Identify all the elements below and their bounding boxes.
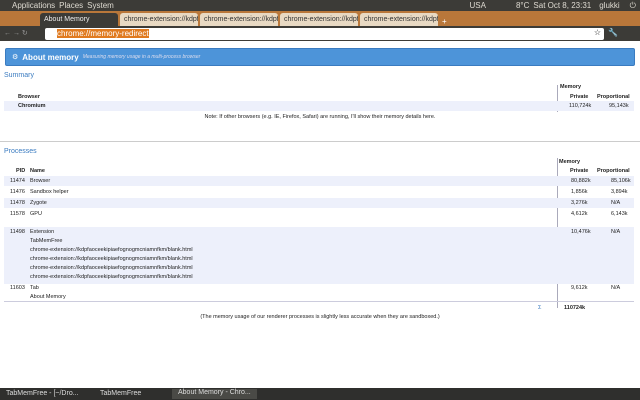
taskbar-item-active[interactable]: About Memory - Chro... — [172, 389, 257, 399]
table-row-tab: 11603 Tab 9,612k N/A About Memory — [4, 284, 634, 302]
tab-extension[interactable]: chrome-extension://kdpf — [120, 13, 198, 26]
power-icon[interactable]: ⏻ — [630, 1, 636, 11]
process-name: Browser — [30, 178, 51, 184]
taskbar-item[interactable]: TabMemFree — [100, 390, 141, 397]
tab-about-memory[interactable]: About Memory — [40, 13, 118, 26]
proportional-value: N/A — [611, 229, 621, 235]
pid: 11578 — [10, 211, 25, 217]
url-text[interactable]: chrome://memory-redirect — [57, 29, 149, 38]
processes-heading: Processes — [4, 148, 37, 155]
private-header: Private — [570, 94, 589, 100]
clock[interactable]: Sat Oct 8, 23:31 — [533, 1, 591, 10]
table-row-extension: 11498 Extension 10,476k N/A TabMemFree c… — [4, 227, 634, 284]
table-row: 11478 Zygote 3,276k N/A — [4, 198, 634, 208]
private-value: 9,612k — [571, 285, 588, 291]
taskbar: TabMemFree - [~/Dro... TabMemFree About … — [0, 388, 640, 400]
pid: 11474 — [10, 178, 25, 184]
private: 4,612k — [571, 211, 588, 217]
proportional-header: Proportional — [597, 168, 630, 174]
memory-header: Memory — [560, 84, 582, 90]
private: 1,856k — [571, 189, 588, 195]
detail: TabMemFree — [30, 238, 63, 244]
pid: 11476 — [10, 189, 25, 195]
menu-applications[interactable]: Applications — [12, 1, 55, 10]
process-name: Zygote — [30, 200, 47, 206]
page-banner: ⚙ About memory Measuring memory usage in a… — [5, 48, 635, 66]
private: 80,882k — [571, 178, 591, 184]
detail: chrome-extension://kdpfaoceekipiaefognog… — [30, 265, 193, 271]
process-name: Sandbox helper — [30, 189, 69, 195]
detail: chrome-extension://kdpfaoceekipiaefognog… — [30, 256, 193, 262]
omnibox[interactable]: chrome://memory-redirect ☆ — [45, 28, 604, 40]
summary-heading: Summary — [4, 72, 34, 79]
tab-extension[interactable]: chrome-extension://kdpf — [280, 13, 358, 26]
processes-note: (The memory usage of our renderer proces… — [200, 314, 440, 320]
detail: About Memory — [30, 294, 66, 300]
page-title: About memory — [22, 52, 79, 62]
pid: 11603 — [10, 285, 25, 291]
proportional: 85,106k — [611, 178, 631, 184]
sum-icon: Σ — [538, 305, 542, 311]
section-divider — [0, 141, 640, 142]
user-menu[interactable]: glukki — [599, 1, 619, 10]
private-header: Private — [570, 168, 589, 174]
weather[interactable]: 8°C — [516, 1, 529, 10]
new-tab-button[interactable]: + — [442, 17, 447, 26]
table-row: 11474 Browser 80,882k 85,106k — [4, 176, 634, 186]
proportional: 6,143k — [611, 211, 628, 217]
star-icon[interactable]: ☆ — [594, 28, 601, 37]
private-value: 110,724k — [569, 103, 592, 109]
proportional-value: N/A — [611, 285, 621, 291]
tab-extension[interactable]: chrome-extension://kdpf — [360, 13, 438, 26]
proportional-header: Proportional — [597, 94, 630, 100]
tab-strip: About Memory chrome-extension://kdpf chr… — [0, 11, 640, 26]
pid: 11498 — [10, 229, 25, 235]
table-row: 11578 GPU 4,612k 6,143k — [4, 209, 634, 219]
summary-note: Note: If other browsers (e.g. IE, Firefo… — [204, 114, 436, 120]
wrench-icon[interactable]: 🔧 — [608, 28, 618, 37]
process-name: Tab — [30, 285, 39, 291]
page-subtitle: Measuring memory usage in a multi-proces… — [82, 54, 201, 60]
proportional: 3,894k — [611, 189, 628, 195]
keyboard-indicator[interactable]: USA — [470, 1, 486, 10]
name-header: Name — [30, 168, 45, 174]
menu-system[interactable]: System — [87, 1, 114, 10]
table-row: 11476 Sandbox helper 1,856k 3,894k — [4, 187, 634, 197]
back-forward-reload-icons[interactable]: ← → ↻ — [4, 29, 28, 37]
pid: 11478 — [10, 200, 25, 206]
detail: chrome-extension://kdpfaoceekipiaefognog… — [30, 247, 193, 253]
process-name: Extension — [30, 229, 55, 235]
browser-header: Browser — [18, 94, 41, 100]
total-value: 110724k — [564, 305, 586, 311]
proportional: N/A — [611, 200, 621, 206]
table-row: Chromium 110,724k 95,143k — [4, 101, 634, 111]
taskbar-item[interactable]: TabMemFree - [~/Dro... — [6, 390, 79, 397]
gear-icon: ⚙ — [12, 54, 19, 61]
tab-extension[interactable]: chrome-extension://kdpf — [200, 13, 278, 26]
private: 3,276k — [571, 200, 588, 206]
browser-name: Chromium — [18, 103, 46, 109]
private-value: 10,476k — [571, 229, 591, 235]
top-panel: Applications Places System USA 8°C Sat O… — [0, 0, 640, 11]
proportional-value: 95,143k — [609, 103, 629, 109]
process-name: GPU — [30, 211, 42, 217]
memory-header: Memory — [559, 159, 581, 165]
pid-header: PID — [16, 168, 26, 174]
detail: chrome-extension://kdpfaoceekipiaefognog… — [30, 274, 193, 280]
menu-places[interactable]: Places — [59, 1, 83, 10]
